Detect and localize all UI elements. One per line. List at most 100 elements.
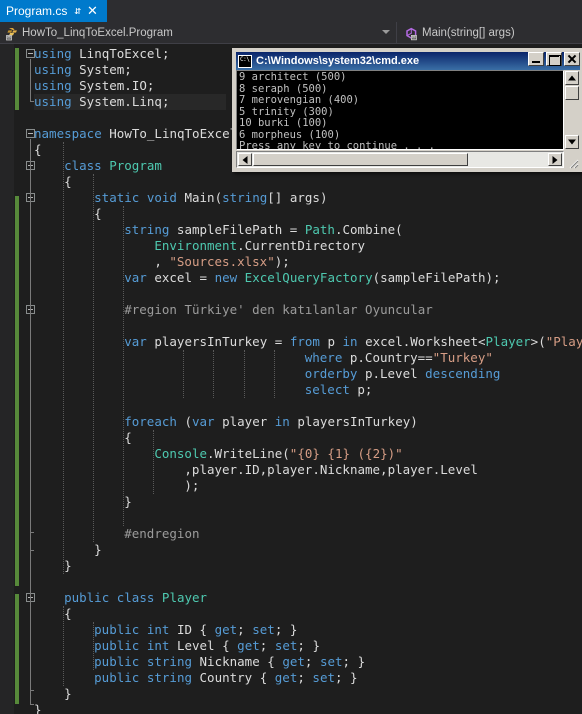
scroll-left-button[interactable] [238, 153, 252, 166]
close-button[interactable] [564, 52, 580, 66]
code-line: var excel = new ExcelQueryFactory(sample… [0, 270, 582, 286]
code-line: orderby p.Level descending [0, 366, 582, 382]
code-token: excel.Worksheet< [365, 334, 486, 349]
code-line: { [0, 206, 582, 222]
code-token: get [214, 622, 238, 637]
code-line: var playersInTurkey = from p in excel.Wo… [0, 334, 582, 350]
code-token: ; [237, 622, 253, 637]
code-token: ,player.ID,player.Nickname,player.Level [184, 462, 478, 477]
code-token: ); [274, 254, 290, 269]
cmd-vertical-scrollbar[interactable] [564, 70, 580, 150]
scroll-right-button[interactable] [548, 153, 562, 166]
code-token: (sampleFilePath); [372, 270, 501, 285]
code-token: ; [297, 670, 313, 685]
maximize-button[interactable] [546, 52, 562, 66]
code-token: LinqToExcel; [79, 46, 170, 61]
code-line: } [0, 558, 582, 574]
code-token: p [327, 334, 343, 349]
navigation-bar: HowTo_LinqToExcel.Program Main(string[] … [0, 22, 582, 44]
code-line: string sampleFilePath = Path.Combine( [0, 222, 582, 238]
code-token: from [289, 334, 328, 349]
code-token: public int [94, 638, 177, 653]
code-token: string [124, 222, 177, 237]
resize-grip[interactable] [566, 154, 579, 169]
cmd-body: 9 architect (500) 8 seraph (500) 7 merov… [236, 70, 580, 169]
visual-studio-window: Program.cs ⇵ ✕ HowTo_LinqToExcel.Program [0, 0, 582, 714]
editor-tab-strip: Program.cs ⇵ ✕ [0, 0, 582, 22]
code-token: { [64, 174, 72, 189]
code-token: .CurrentDirectory [237, 238, 366, 253]
code-token: Player [485, 334, 531, 349]
code-token: string [222, 190, 268, 205]
cmd-horizontal-scrollbar[interactable] [236, 151, 564, 168]
code-token: ; } [335, 670, 358, 685]
code-line: public int Level { get; set; } [0, 638, 582, 654]
code-token: excel = [154, 270, 215, 285]
code-token: Main [184, 190, 215, 205]
pin-icon[interactable]: ⇵ [74, 0, 81, 22]
code-token: System.Linq; [79, 94, 170, 109]
code-line: where p.Country=="Turkey" [0, 350, 582, 366]
minimize-button[interactable] [528, 52, 544, 66]
cmd-title-bar[interactable]: C:\ C:\Windows\system32\cmd.exe [236, 52, 580, 70]
chevron-down-icon[interactable] [382, 30, 390, 34]
cmd-vscroll-thumb[interactable] [565, 86, 579, 100]
console-icon: C:\ [238, 54, 252, 68]
code-token: using [34, 46, 80, 61]
command-prompt-window[interactable]: C:\ C:\Windows\system32\cmd.exe 9 archit… [232, 48, 582, 172]
scroll-up-button[interactable] [565, 71, 579, 85]
cmd-window-buttons [526, 52, 580, 66]
code-line: Console.WriteLine("{0} {1} ({2})" [0, 446, 582, 462]
code-token: Program [109, 158, 162, 173]
code-token: ; } [274, 622, 298, 637]
code-token: var [124, 334, 155, 349]
code-token: ; } [297, 638, 320, 653]
code-token: { [64, 606, 72, 621]
code-token: p.Country== [349, 350, 433, 365]
code-line: public string Country { get; set; } [0, 670, 582, 686]
code-token: public string [94, 670, 200, 685]
code-token: { [124, 430, 132, 445]
code-token: >( [530, 334, 546, 349]
code-line: foreach (var player in playersInTurkey) [0, 414, 582, 430]
code-token: ); [184, 478, 200, 493]
code-token: } [64, 686, 72, 701]
code-token: p; [357, 382, 373, 397]
code-token: Path [304, 222, 335, 237]
cmd-output-screen[interactable]: 9 architect (500) 8 seraph (500) 7 merov… [236, 70, 564, 150]
cmd-hscroll-thumb[interactable] [253, 153, 468, 166]
code-token: using [34, 94, 80, 109]
code-token: "Player" [545, 334, 582, 349]
code-token: set [319, 654, 343, 669]
code-token: "Turkey" [432, 350, 493, 365]
code-token: Console [154, 446, 207, 461]
close-icon[interactable]: ✕ [87, 0, 98, 22]
code-token: using [34, 78, 80, 93]
code-token: new [214, 270, 245, 285]
code-token: "Sources.xlsx" [169, 254, 275, 269]
tab-label: Program.cs [6, 4, 68, 18]
code-line: { [0, 430, 582, 446]
member-dropdown[interactable]: Main(string[] args) [396, 22, 582, 43]
code-line: } [0, 686, 582, 702]
tab-program-cs[interactable]: Program.cs ⇵ ✕ [0, 0, 107, 22]
code-line: #region Türkiye' den katılanlar Oyuncula… [0, 302, 582, 318]
code-token: Nickname { [199, 654, 283, 669]
code-token: ; [259, 638, 275, 653]
code-line: public int ID { get; set; } [0, 622, 582, 638]
code-token: .Combine( [334, 222, 403, 237]
code-token: static void [94, 190, 185, 205]
code-line: } [0, 494, 582, 510]
code-token: set [274, 638, 298, 653]
code-token: set [252, 622, 275, 637]
code-token: playersInTurkey) [297, 414, 418, 429]
type-dropdown[interactable]: HowTo_LinqToExcel.Program [0, 22, 396, 43]
code-token: public string [94, 654, 200, 669]
scroll-down-button[interactable] [565, 135, 579, 149]
code-token: System.IO; [79, 78, 155, 93]
code-token: player [222, 414, 275, 429]
